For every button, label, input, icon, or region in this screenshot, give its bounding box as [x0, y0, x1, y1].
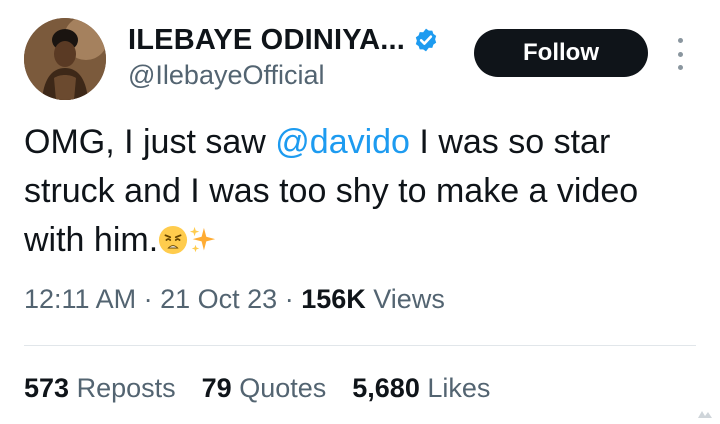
tweet-meta: 12:11 AM · 21 Oct 23 · 156K Views: [24, 284, 445, 315]
likes-count: 5,680: [352, 373, 420, 403]
tweet-time[interactable]: 12:11 AM: [24, 284, 136, 314]
tweet-text: OMG, I just saw @davido I was so star st…: [24, 118, 704, 265]
reposts-stat[interactable]: 573 Reposts: [24, 373, 176, 404]
corner-watermark: [698, 411, 712, 418]
tweet-card: ILEBAYE ODINIYA... @IlebayeOfficial Foll…: [0, 0, 720, 424]
views-label: Views: [373, 284, 445, 314]
verified-badge-icon: [413, 27, 439, 53]
meta-separator: ·: [143, 284, 153, 314]
quotes-stat[interactable]: 79 Quotes: [202, 373, 327, 404]
more-dot: [677, 38, 683, 43]
quotes-count: 79: [201, 373, 232, 403]
engagement-stats: 573 Reposts 79 Quotes 5,680 Likes: [24, 373, 490, 404]
sparkles-emoji: [190, 226, 216, 253]
author-name-row: ILEBAYE ODINIYA...: [128, 22, 439, 58]
reposts-count: 573: [24, 373, 70, 403]
author-display-name[interactable]: ILEBAYE ODINIYA...: [128, 24, 405, 57]
author-handle[interactable]: @IlebayeOfficial: [128, 60, 325, 91]
meta-separator: ·: [284, 284, 294, 314]
divider: [24, 345, 696, 346]
mention-link[interactable]: @davido: [275, 123, 410, 161]
likes-label: Likes: [427, 373, 491, 403]
avatar[interactable]: [24, 18, 106, 100]
tweet-date[interactable]: 21 Oct 23: [160, 284, 277, 314]
views-count: 156K: [301, 284, 366, 314]
likes-stat[interactable]: 5,680 Likes: [352, 373, 490, 404]
follow-button[interactable]: Follow: [474, 29, 648, 77]
more-dot: [677, 51, 683, 57]
quotes-label: Quotes: [239, 373, 327, 403]
weary-face-emoji: [159, 225, 188, 255]
avatar-photo: [24, 18, 106, 100]
reposts-label: Reposts: [76, 373, 176, 403]
more-dot: [677, 65, 683, 70]
more-options-icon[interactable]: [673, 38, 687, 70]
tweet-text-before: OMG, I just saw: [24, 123, 276, 161]
